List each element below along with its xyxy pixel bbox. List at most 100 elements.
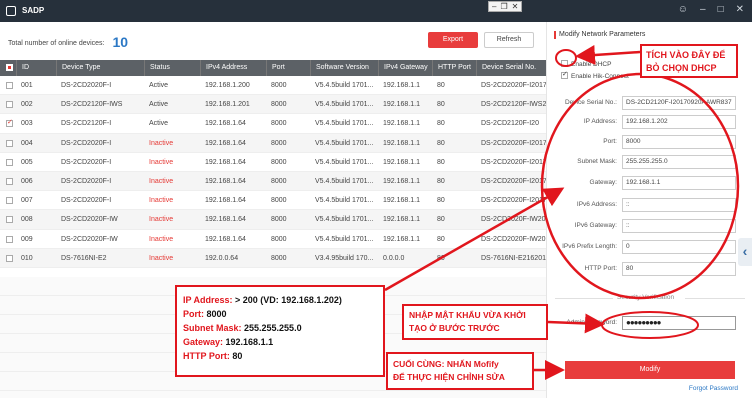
cell-status: Inactive — [149, 178, 174, 185]
cell-ip: 192.168.1.64 — [205, 197, 246, 205]
enable-hik-connect-checkbox[interactable]: Enable Hik-Connect — [561, 70, 629, 80]
field-input[interactable]: 0 — [622, 240, 736, 254]
dhcp-annotation-line-1: TÍCH VÀO ĐÂY ĐỂ — [646, 50, 726, 60]
table-row[interactable]: 003 DS-2CD2120F-I Active 192.168.1.64 8000 V5… — [0, 114, 546, 134]
forgot-password-link[interactable]: Forgot Password — [689, 385, 738, 392]
table-row[interactable]: 002 DS-2CD2120F-IWS Active 192.168.1.201 800… — [0, 95, 546, 115]
column-header-sw[interactable]: Software Version — [310, 60, 378, 76]
column-header-id[interactable]: ID — [16, 60, 56, 76]
annotation-line: Subnet Mask: 255.255.255.0 — [183, 321, 377, 335]
annotation-value: > 200 (VD: 192.168.1.202) — [232, 295, 342, 305]
field-label: Subnet Mask: — [577, 158, 617, 165]
field-input[interactable]: 8000 — [622, 135, 736, 149]
cell-serial: DS-7616NI-E216201 — [481, 254, 546, 262]
cell-gw: 192.168.1.1 — [383, 82, 420, 89]
field-input[interactable]: :: — [622, 198, 736, 212]
chevron-left-icon[interactable]: ‹ — [738, 238, 752, 266]
checkbox-icon[interactable] — [561, 60, 568, 67]
annotation-value: 80 — [229, 351, 243, 361]
cell-type: DS-2CD2020F-I — [61, 158, 112, 166]
app-title: SADP — [22, 6, 45, 15]
cell-status: Inactive — [149, 254, 174, 262]
column-header-http[interactable]: HTTP Port — [432, 60, 476, 76]
modify-button[interactable]: Modify — [565, 361, 735, 379]
enable-dhcp-checkbox[interactable]: Enable DHCP — [561, 60, 611, 68]
close-icon[interactable]: ✕ — [736, 4, 744, 15]
checkbox-checked-icon[interactable] — [561, 70, 568, 79]
cell-sw: V5.4.5build 1701... — [315, 82, 374, 89]
field-input[interactable]: 192.168.1.202 — [622, 115, 736, 129]
cell-http: 80 — [437, 82, 445, 89]
embedded-window-controls: – ❐ ✕ — [488, 1, 523, 12]
annotation-key: HTTP Port: — [183, 351, 230, 361]
minimize-icon[interactable]: – — [700, 4, 706, 15]
column-header-ip[interactable]: IPv4 Address — [200, 60, 266, 76]
row-checkbox[interactable] — [6, 118, 13, 128]
field-input[interactable]: 80 — [622, 262, 736, 276]
cell-sw: V5.4.5build 1701... — [315, 197, 374, 205]
table-row[interactable]: 005 DS-2CD2020F-I Inactive 192.168.1.64 8000… — [0, 153, 546, 172]
row-checkbox[interactable] — [6, 216, 13, 224]
column-header-serial[interactable]: Device Serial No. — [476, 60, 546, 76]
field-label: Port: — [603, 138, 617, 145]
row-checkbox[interactable] — [6, 101, 13, 109]
field-input[interactable]: 255.255.255.0 — [622, 155, 736, 169]
cell-id: 001 — [21, 82, 33, 89]
table-row[interactable]: 010 DS-7616NI-E2 Inactive 192.0.0.64 8000 V3.… — [0, 248, 546, 268]
field-input[interactable]: 192.168.1.1 — [622, 176, 736, 190]
cell-gw: 192.168.1.1 — [383, 216, 420, 224]
password-annotation-line-2: TẠO Ở BƯỚC TRƯỚC — [409, 323, 500, 333]
cell-port: 8000 — [271, 216, 287, 224]
column-header-status[interactable]: Status — [144, 60, 200, 76]
cell-ip: 192.168.1.64 — [205, 139, 246, 147]
cell-port: 8000 — [271, 158, 287, 166]
cell-port: 8000 — [271, 101, 287, 109]
cell-serial: DS-2CD2020F-I2017 — [481, 139, 546, 147]
cell-gw: 192.168.1.1 — [383, 120, 420, 128]
column-header-port[interactable]: Port — [266, 60, 310, 76]
cell-type: DS-7616NI-E2 — [61, 254, 107, 262]
cell-sw: V5.4.5build 1701... — [315, 120, 374, 128]
restore-icon[interactable]: ❐ — [500, 2, 507, 11]
cell-type: DS-2CD2020F-I — [61, 197, 112, 205]
row-checkbox[interactable] — [6, 197, 13, 205]
cell-sw: V5.4.5build 1701... — [315, 158, 374, 166]
table-row[interactable]: 008 DS-2CD2020F-IW Inactive 192.168.1.64 800… — [0, 210, 546, 230]
row-checkbox[interactable] — [6, 178, 13, 185]
field-input[interactable]: :: — [622, 219, 736, 233]
column-header-type[interactable]: Device Type — [56, 60, 144, 76]
cell-type: DS-2CD2020F-IW — [61, 216, 118, 224]
device-count: 10 — [112, 34, 129, 50]
table-row[interactable]: 007 DS-2CD2020F-I Inactive 192.168.1.64 8000… — [0, 191, 546, 211]
field-label: IPv6 Address: — [576, 201, 617, 208]
cell-gw: 192.168.1.1 — [383, 158, 420, 166]
field-input[interactable]: DS-2CD2120F-I20170920AAWR837 — [622, 96, 736, 110]
minimize-icon[interactable]: – — [492, 2, 496, 11]
cell-type: DS-2CD2020F-IW — [61, 235, 118, 243]
table-row[interactable]: 004 DS-2CD2020F-I Inactive 192.168.1.64 8000… — [0, 133, 546, 153]
field-label: HTTP Port: — [584, 265, 617, 272]
column-header-gw[interactable]: IPv4 Gateway — [378, 60, 432, 76]
close-icon[interactable]: ✕ — [512, 2, 519, 11]
cell-http: 80 — [437, 178, 445, 185]
table-row[interactable]: 001 DS-2CD2020F-I Active 192.168.1.200 8000 V… — [0, 76, 546, 96]
field-label: IPv6 Gateway: — [574, 222, 617, 229]
modify-annotation: CUỐI CÙNG: NHẤN Mofify ĐỂ THỰC HIỆN CHỈN… — [386, 352, 534, 390]
table-row[interactable]: 009 DS-2CD2020F-IW Inactive 192.168.1.64 800… — [0, 230, 546, 249]
export-button[interactable]: Export — [428, 32, 478, 48]
row-checkbox[interactable] — [6, 235, 13, 243]
maximize-icon[interactable]: □ — [718, 4, 724, 15]
row-checkbox[interactable] — [6, 139, 13, 147]
select-all-checkbox[interactable] — [6, 64, 13, 71]
row-checkbox[interactable] — [6, 158, 13, 166]
admin-password-input[interactable]: ●●●●●●●●● — [622, 316, 736, 330]
cell-id: 005 — [21, 158, 33, 166]
refresh-button[interactable]: Refresh — [484, 32, 534, 48]
table-row[interactable]: 006 DS-2CD2020F-I Inactive 192.168.1.64 8000… — [0, 172, 546, 192]
cell-id: 007 — [21, 197, 33, 205]
user-icon[interactable]: ☺ — [678, 4, 688, 15]
cell-type: DS-2CD2120F-I — [61, 120, 112, 128]
row-checkbox[interactable] — [6, 82, 13, 89]
annotation-value: 8000 — [204, 309, 227, 319]
row-checkbox[interactable] — [6, 254, 13, 262]
